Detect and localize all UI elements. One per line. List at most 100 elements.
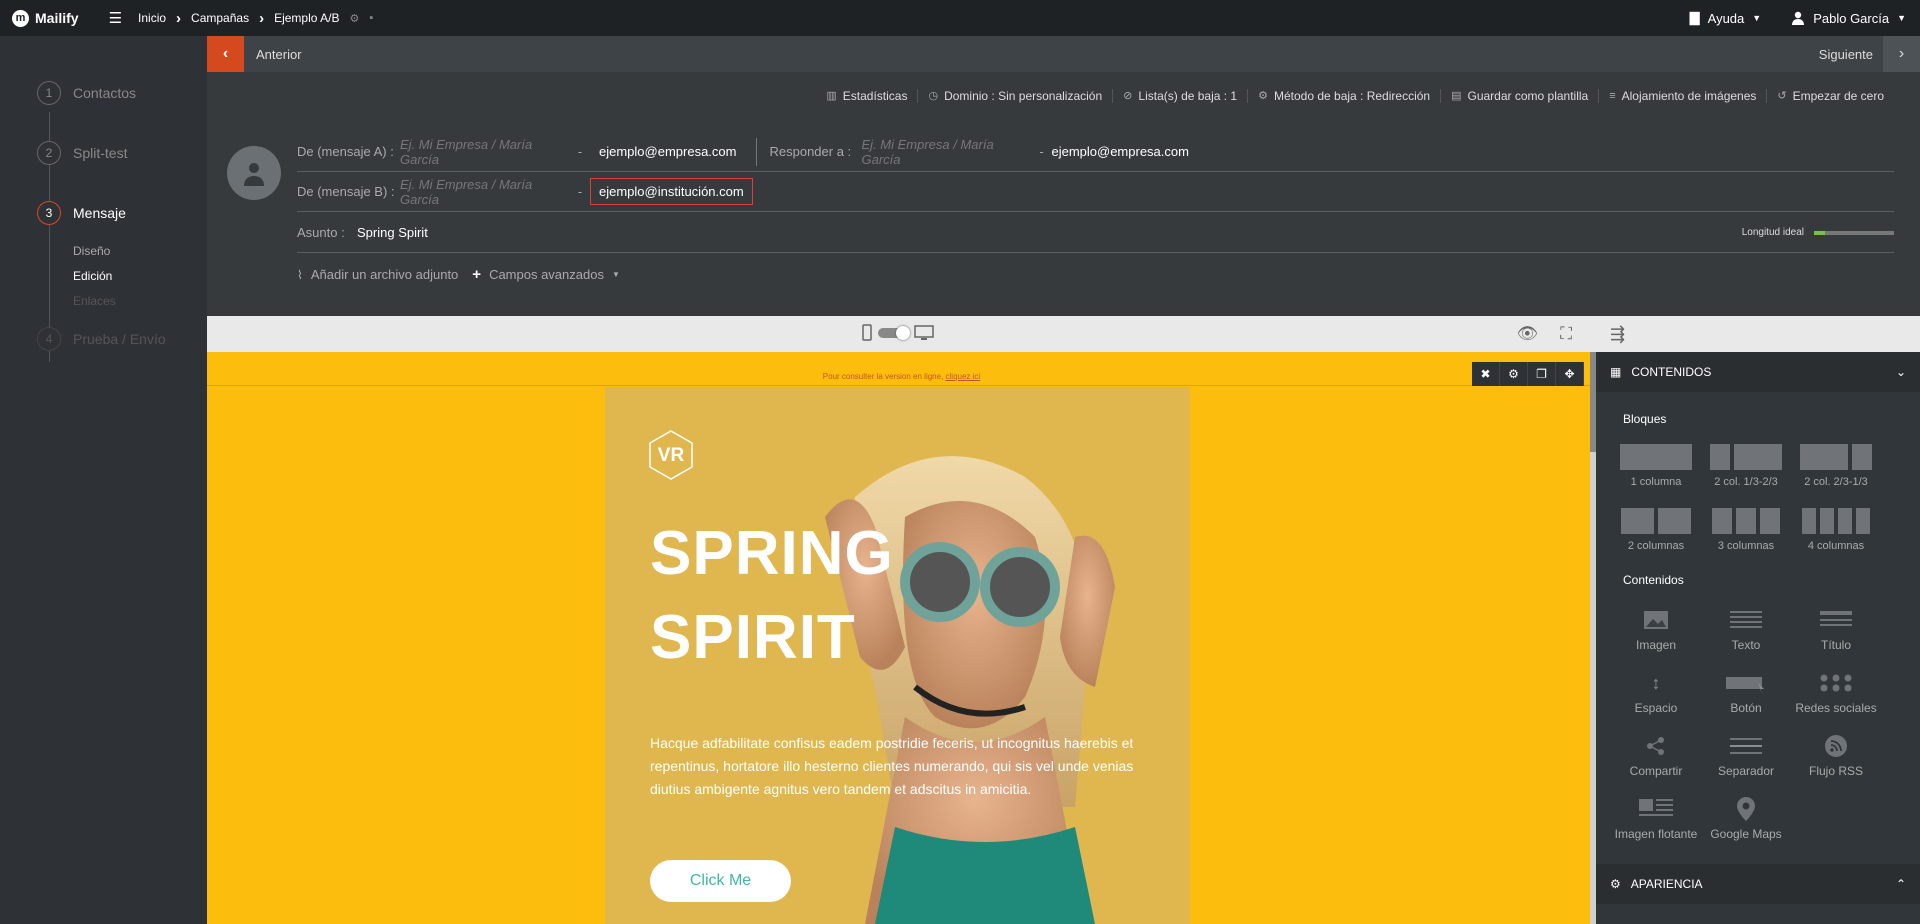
next-label[interactable]: Siguiente [1819, 47, 1873, 62]
from-b-label: De (mensaje B) : [297, 184, 395, 199]
panel-toggle-icon[interactable]: ⇶ [1610, 324, 1625, 345]
map-pin-icon [1737, 797, 1755, 821]
text-icon [1730, 611, 1762, 628]
block-4-columns[interactable]: 4 columnas [1796, 508, 1876, 552]
app-logo[interactable]: m Mailify [12, 9, 79, 27]
content-google-maps[interactable]: Google Maps [1701, 795, 1791, 841]
click-me-button[interactable]: Click Me [650, 860, 791, 902]
image-hosting-link[interactable]: ≡ Alojamiento de imágenes [1599, 89, 1768, 103]
share-icon [1647, 737, 1664, 755]
stats-icon: ▥ [826, 90, 837, 102]
content-image[interactable]: Imagen [1611, 606, 1701, 652]
mobile-icon[interactable] [862, 324, 872, 341]
breadcrumb-home[interactable]: Inicio [138, 11, 166, 25]
content-space[interactable]: ↕ Espacio [1611, 669, 1701, 716]
content-button[interactable]: Botón [1701, 669, 1791, 715]
substep-edit[interactable]: Edición [73, 269, 112, 283]
block-2-col-1-3[interactable]: 2 col. 1/3-2/3 [1706, 444, 1786, 488]
content-social[interactable]: Redes sociales [1791, 669, 1881, 715]
subject-length-indicator: Longitud ideal [1742, 227, 1894, 238]
mailify-logo-icon: m [12, 9, 29, 27]
save-icon[interactable]: ▪ [369, 12, 373, 24]
database-icon: ≡ [1609, 90, 1616, 102]
duplicate-block-icon[interactable]: ❐ [1528, 362, 1556, 386]
avatar[interactable] [227, 146, 281, 200]
chevron-right-icon: › [1898, 45, 1905, 62]
hero-title[interactable]: SPRING SPIRIT [650, 512, 950, 680]
from-a-email-input[interactable]: ejemplo@empresa.com [590, 144, 736, 159]
block-settings-icon[interactable]: ⚙ [1500, 362, 1528, 386]
substep-design[interactable]: Diseño [73, 244, 110, 258]
help-menu[interactable]: ▇ Ayuda ▼ [1690, 10, 1762, 26]
add-attachment-link[interactable]: Añadir un archivo adjunto [311, 267, 458, 282]
hero-image-block[interactable]: VR SPRING SPIRIT Hacque adfabilitate con… [605, 387, 1190, 924]
online-version-prefix: Pour consulter la version en ligne, [822, 372, 946, 381]
online-version-link[interactable]: cliquez ici [946, 372, 981, 381]
content-floating-image[interactable]: Imagen flotante [1611, 795, 1701, 841]
plus-icon: + [472, 266, 482, 283]
from-a-name-input[interactable]: Ej. Mi Empresa / María García [400, 137, 570, 167]
subject-row: Asunto : Spring Spirit Longitud ideal [297, 213, 1894, 253]
step-split-test[interactable]: 2 Split-test [37, 141, 127, 165]
vr-logo-text: VR [658, 445, 685, 466]
block-1-column[interactable]: 1 columna [1616, 444, 1696, 488]
device-toggle-track[interactable] [878, 325, 910, 340]
content-title[interactable]: Título [1791, 606, 1881, 652]
block-label: 2 columnas [1627, 540, 1685, 552]
block-2-columns[interactable]: 2 columnas [1616, 508, 1696, 552]
desktop-icon[interactable] [914, 324, 934, 341]
appearance-header[interactable]: ⚙ APARIENCIA ⌃ [1596, 864, 1920, 904]
content-label: Redes sociales [1795, 701, 1877, 715]
block-2-col-2-3[interactable]: 2 col. 2/3-1/3 [1796, 444, 1876, 488]
user-icon [1792, 11, 1805, 25]
save-template-link[interactable]: ▤ Guardar como plantilla [1441, 89, 1600, 103]
advanced-fields-link[interactable]: Campos avanzados [489, 267, 604, 282]
statistics-link[interactable]: ▥ Estadísticas [816, 89, 919, 103]
hamburger-menu-icon[interactable]: ☰ [109, 9, 122, 27]
contents-header[interactable]: ▦ CONTENIDOS ⌄ [1596, 352, 1920, 392]
length-bar [1814, 230, 1894, 235]
delete-block-icon[interactable]: ✖ [1472, 362, 1500, 386]
top-bar: m Mailify ☰ Inicio › Campañas › Ejemplo … [0, 0, 1920, 36]
reply-to-name-input[interactable]: Ej. Mi Empresa / María García [861, 137, 1031, 167]
device-switch[interactable] [862, 324, 934, 341]
prev-label[interactable]: Anterior [256, 47, 302, 62]
block-label: 2 col. 2/3-1/3 [1804, 476, 1868, 488]
preview-eye-icon[interactable]: 👁 [1517, 324, 1539, 344]
hero-paragraph[interactable]: Hacque adfabilitate confisus eadem postr… [650, 732, 1150, 801]
content-label: Botón [1730, 701, 1762, 715]
move-block-icon[interactable]: ✥ [1556, 362, 1584, 386]
subject-label: Asunto : [297, 225, 345, 240]
chevron-right-icon: › [259, 9, 265, 27]
gear-icon[interactable]: ⚙ [349, 12, 359, 25]
content-label: Separador [1717, 764, 1775, 778]
content-rss[interactable]: Flujo RSS [1791, 732, 1881, 778]
contents-section-title: Contenidos [1623, 573, 1684, 587]
step-contacts[interactable]: 1 Contactos [37, 81, 136, 105]
breadcrumb-campaigns[interactable]: Campañas [191, 11, 249, 25]
grid-icon: ▦ [1610, 365, 1622, 379]
unsubscribe-lists-link[interactable]: ⊘ Lista(s) de baja : 1 [1113, 89, 1249, 103]
content-text[interactable]: Texto [1701, 606, 1791, 652]
reply-to-email-input[interactable]: ejemplo@empresa.com [1051, 144, 1188, 159]
next-button[interactable]: › [1883, 36, 1920, 72]
content-separator[interactable]: Separador [1701, 732, 1791, 778]
separator-dash: - [577, 144, 583, 159]
email-canvas[interactable]: Pour consulter la version en ligne, cliq… [207, 352, 1596, 924]
content-share[interactable]: Compartir [1611, 732, 1701, 778]
from-b-name-input[interactable]: Ej. Mi Empresa / María García [400, 177, 570, 207]
steps-sidebar: 1 Contactos 2 Split-test 3 Mensaje Diseñ… [0, 36, 207, 924]
user-menu[interactable]: Pablo García ▼ [1791, 11, 1906, 26]
block-3-columns[interactable]: 3 columnas [1706, 508, 1786, 552]
step-test-send: 4 Prueba / Envío [37, 327, 166, 351]
fullscreen-icon[interactable]: ⛶ [1560, 324, 1572, 344]
start-over-link[interactable]: ↺ Empezar de cero [1767, 89, 1894, 103]
settings-label: Alojamiento de imágenes [1621, 89, 1757, 103]
unsubscribe-method-link[interactable]: ⚙ Método de baja : Redirección [1248, 89, 1442, 103]
step-message[interactable]: 3 Mensaje [37, 201, 126, 225]
from-b-email-input[interactable]: ejemplo@institución.com [590, 178, 753, 205]
subject-input[interactable]: Spring Spirit [357, 225, 428, 240]
prev-button[interactable]: ‹ [207, 36, 244, 72]
device-toggle-knob[interactable] [896, 325, 910, 340]
domain-link[interactable]: ◷ Dominio : Sin personalización [918, 89, 1114, 103]
